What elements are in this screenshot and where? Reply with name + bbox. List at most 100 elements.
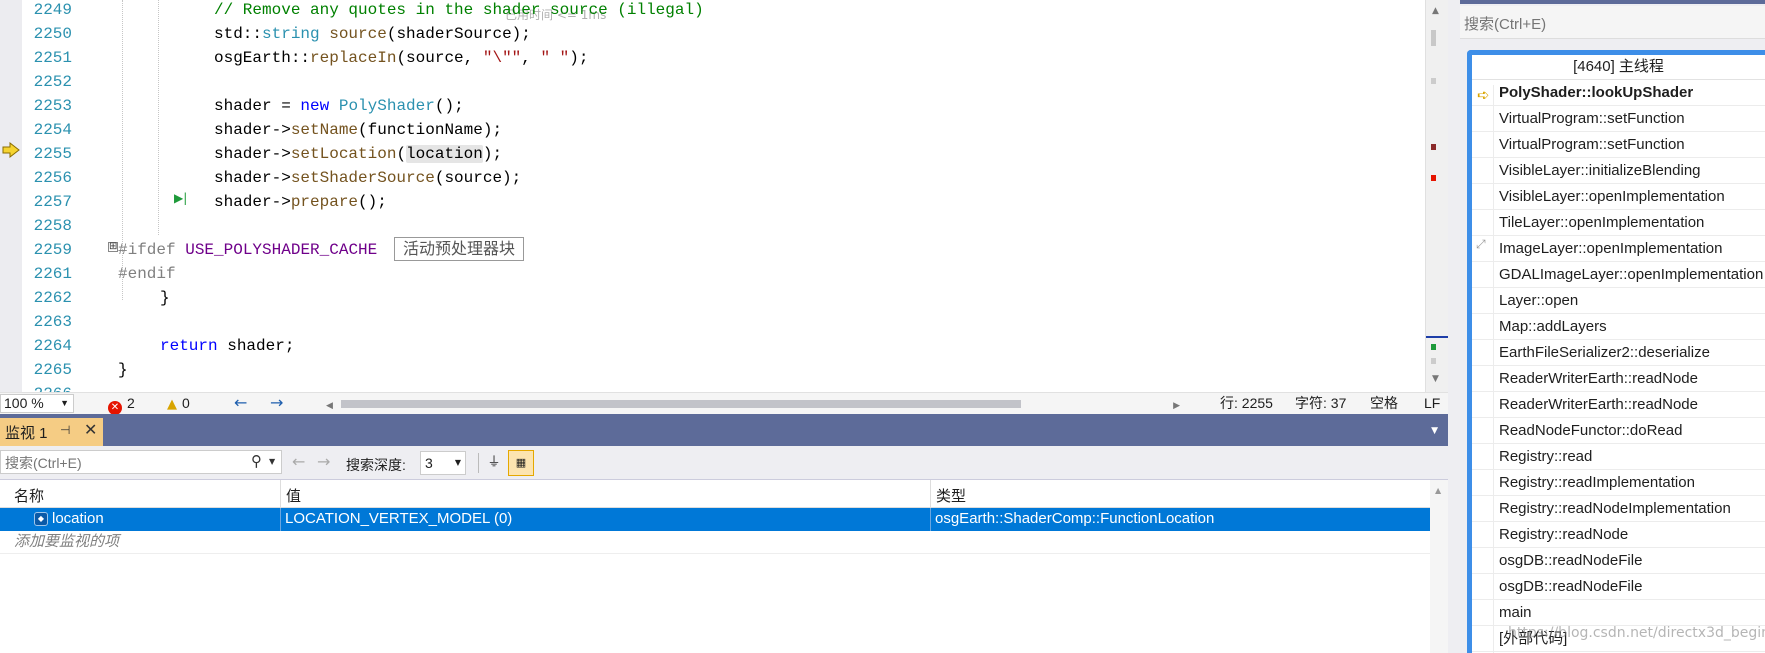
stack-frame[interactable]: osgDB::readNodeFile (1472, 574, 1765, 600)
chevron-down-icon: ▼ (60, 398, 69, 408)
error-count[interactable]: ✕ 2 (108, 393, 135, 415)
watch-name-cell[interactable]: location (52, 508, 104, 530)
search-next-icon[interactable]: → (317, 452, 330, 471)
stack-frame[interactable]: main (1472, 600, 1765, 626)
stack-frame[interactable]: ReaderWriterEarth::readNode (1472, 392, 1765, 418)
variable-icon: ◆ (34, 512, 48, 526)
watch-tab-bar: 监视 1 ⊣ ✕ ▼ (0, 414, 1448, 446)
call-stack-panel: [4640] 主线程 ⤢ ➪ PolyShader::lookUpShader … (1460, 0, 1765, 653)
stack-frame-label: TileLayer::openImplementation (1499, 214, 1705, 231)
zoom-level-select[interactable]: 100 % ▼ (0, 394, 74, 413)
code-line: 2258 (0, 214, 1425, 238)
watch-vertical-scrollbar[interactable]: ▲ (1430, 480, 1448, 653)
column-divider[interactable] (280, 480, 281, 508)
column-divider[interactable] (930, 480, 931, 508)
editor-horizontal-scrollbar[interactable]: ◀ ▶ (326, 396, 1180, 411)
code-text: shader->setShaderSource(source); (214, 169, 522, 187)
scrollbar-thumb[interactable] (341, 400, 1021, 408)
call-stack-search-input[interactable] (1464, 14, 1754, 34)
scrollbar-marker (1431, 78, 1436, 84)
panel-splitter[interactable] (1448, 0, 1460, 653)
stack-frame[interactable]: VirtualProgram::setFunction (1472, 132, 1765, 158)
line-number: 2266 (24, 382, 72, 392)
filter-icon[interactable]: ⏚ (484, 453, 504, 473)
stack-frame[interactable]: GDALImageLayer::openImplementation (1472, 262, 1765, 288)
stack-frame-label: osgDB::readNodeFile (1499, 578, 1643, 595)
code-line: 2254 shader->setName(functionName); (0, 118, 1425, 142)
line-ending-indicator[interactable]: LF (1424, 393, 1440, 413)
stack-frame-label: VirtualProgram::setFunction (1499, 110, 1685, 127)
navigate-forward-icon[interactable]: → (270, 393, 283, 413)
stack-frame[interactable]: VirtualProgram::setFunction (1472, 106, 1765, 132)
code-text: } (118, 361, 128, 379)
watch-value-cell[interactable]: LOCATION_VERTEX_MODEL (0) (285, 508, 512, 530)
line-number: 2263 (33, 313, 72, 331)
navigate-back-icon[interactable]: ← (234, 393, 247, 413)
stack-frame[interactable]: ImageLayer::openImplementation (1472, 236, 1765, 262)
code-text: shader->setName(functionName); (214, 121, 503, 139)
stack-frame[interactable]: TileLayer::openImplementation (1472, 210, 1765, 236)
stack-frame[interactable]: Layer::open (1472, 288, 1765, 314)
scroll-down-icon[interactable]: ▼ (1432, 374, 1439, 384)
code-editor[interactable]: 已用时间 <= 1ms 2249 // Remove any quotes in… (0, 0, 1448, 392)
watch-search-box[interactable]: ⚲ ▼ (0, 450, 282, 474)
add-watch-row[interactable]: 添加要监视的项 (0, 531, 1430, 554)
stack-frame[interactable]: ➪ PolyShader::lookUpShader (1472, 80, 1765, 106)
panel-menu-icon[interactable]: ▼ (1431, 426, 1438, 436)
stack-frame[interactable]: osgDB::readNodeFile (1472, 548, 1765, 574)
column-header-name[interactable]: 名称 (14, 485, 44, 506)
run-to-click-icon[interactable]: ▶| (174, 191, 188, 205)
column-indicator[interactable]: 字符: 37 (1295, 393, 1346, 413)
scroll-up-icon[interactable]: ▲ (1432, 6, 1439, 16)
tab-watch-1[interactable]: 监视 1 ⊣ ✕ (0, 418, 103, 446)
call-stack-search-box[interactable] (1460, 6, 1765, 39)
stack-frame[interactable]: ReadNodeFunctor::doRead (1472, 418, 1765, 444)
line-number: 2255 (33, 145, 72, 163)
column-header-type[interactable]: 类型 (936, 485, 966, 506)
caret-position-marker (1426, 336, 1448, 338)
close-icon[interactable]: ✕ (84, 420, 97, 439)
stack-frame[interactable]: Registry::readNode (1472, 522, 1765, 548)
code-line: 2264 return shader; (0, 334, 1425, 358)
stack-frame[interactable]: EarthFileSerializer2::deserialize (1472, 340, 1765, 366)
watermark: https://blog.csdn.net/directx3d_beginner (1508, 625, 1765, 641)
outline-collapse-icon[interactable]: ⊞ (108, 242, 118, 252)
pin-icon[interactable]: ⊣ (60, 423, 70, 437)
stack-frame-label: Layer::open (1499, 292, 1579, 309)
search-previous-icon[interactable]: ← (292, 452, 305, 471)
stack-frame-label: main (1499, 604, 1532, 621)
editor-vertical-scrollbar[interactable]: ▲ ▼ (1425, 0, 1448, 392)
warning-icon: ▲ (167, 397, 177, 412)
call-stack-list: [4640] 主线程 ⤢ ➪ PolyShader::lookUpShader … (1467, 50, 1765, 653)
stack-frame-label: VisibleLayer::initializeBlending (1499, 162, 1701, 179)
chevron-down-icon[interactable]: ▼ (269, 457, 275, 466)
stack-frame-label: Registry::read (1499, 448, 1593, 465)
stack-frame[interactable]: Registry::readImplementation (1472, 470, 1765, 496)
column-header-value[interactable]: 值 (286, 485, 301, 506)
stack-frame[interactable]: ReaderWriterEarth::readNode (1472, 366, 1765, 392)
table-row[interactable]: ◆ location LOCATION_VERTEX_MODEL (0) osg… (0, 508, 1430, 531)
code-text: // Remove any quotes in the shader sourc… (214, 1, 704, 19)
scroll-left-icon[interactable]: ◀ (326, 396, 333, 416)
stack-frame-label: ReaderWriterEarth::readNode (1499, 396, 1698, 413)
thread-header: [4640] 主线程 (1472, 55, 1765, 80)
scroll-up-icon[interactable]: ▲ (1435, 486, 1441, 495)
stack-frame[interactable]: Map::addLayers (1472, 314, 1765, 340)
code-line: 2249 // Remove any quotes in the shader … (0, 0, 1425, 22)
warning-count[interactable]: ▲ 0 (167, 393, 190, 415)
stack-frame[interactable]: VisibleLayer::initializeBlending (1472, 158, 1765, 184)
search-icon[interactable]: ⚲ (251, 452, 262, 470)
line-indicator[interactable]: 行: 2255 (1220, 393, 1273, 413)
line-number: 2261 (33, 265, 72, 283)
watch-search-input[interactable] (5, 454, 235, 472)
stack-frame[interactable]: Registry::readNodeImplementation (1472, 496, 1765, 522)
scrollbar-thumb[interactable] (1431, 30, 1436, 46)
search-depth-select[interactable]: 3 ▼ (420, 451, 466, 475)
whitespace-indicator[interactable]: 空格 (1370, 393, 1398, 413)
scroll-right-icon[interactable]: ▶ (1173, 396, 1180, 416)
code-line: 2250 std::string source(shaderSource); (0, 22, 1425, 46)
stack-frame[interactable]: Registry::read (1472, 444, 1765, 470)
stack-frame[interactable]: VisibleLayer::openImplementation (1472, 184, 1765, 210)
add-watch-placeholder[interactable]: 添加要监视的项 (14, 531, 119, 553)
hex-display-toggle-icon[interactable]: ▦ (508, 450, 534, 476)
